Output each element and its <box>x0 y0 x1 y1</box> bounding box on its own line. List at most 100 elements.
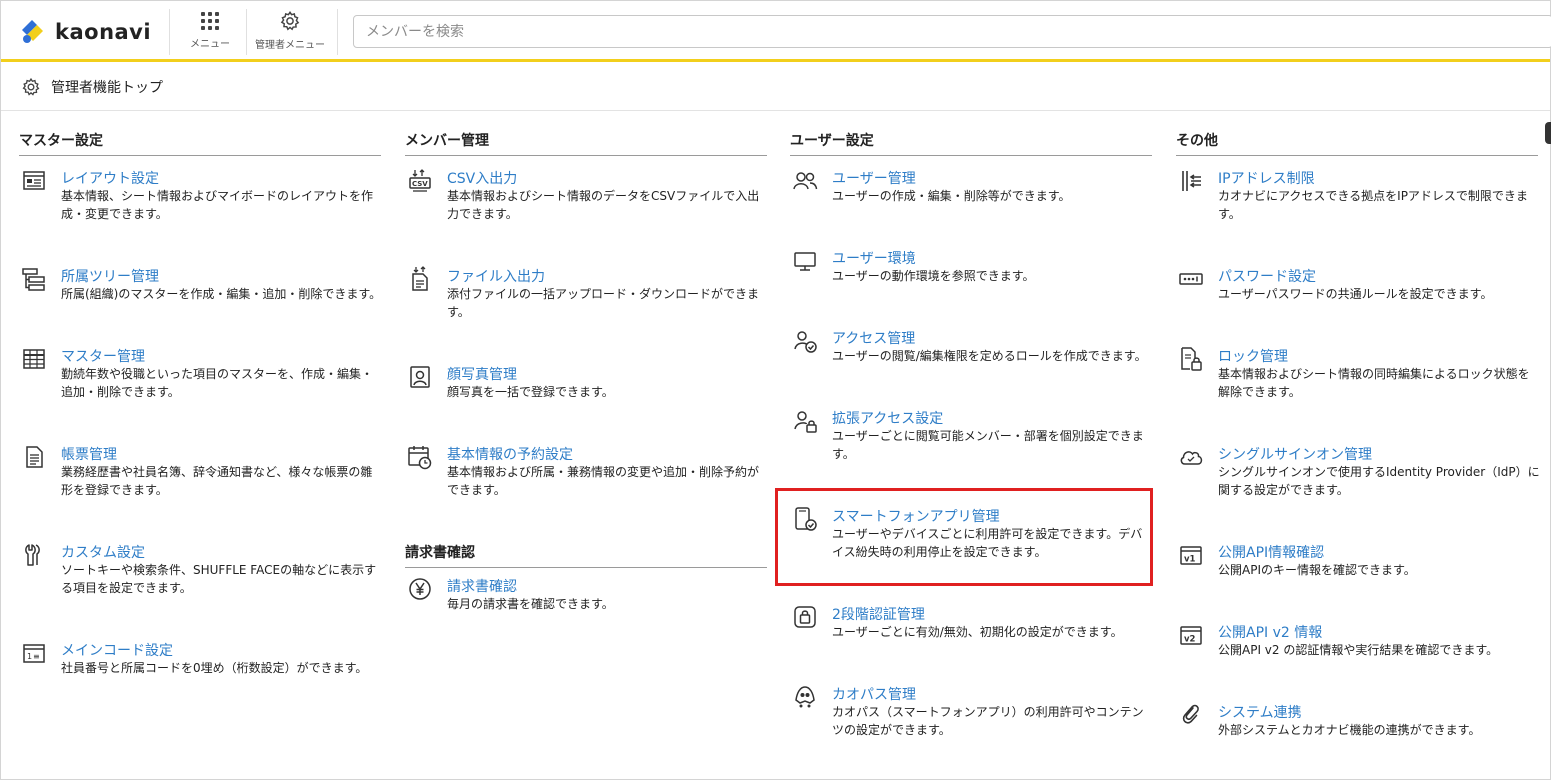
user-check-icon <box>792 328 818 354</box>
member-search-input[interactable] <box>353 15 1551 48</box>
item-description: ユーザーの動作環境を参照できます。 <box>832 269 1035 283</box>
item-description: 基本情報およびシート情報の同時編集によるロック状態を解除できます。 <box>1218 367 1530 399</box>
layout-settings-link[interactable]: レイアウト設定 <box>61 168 159 188</box>
sso-management-link[interactable]: シングルサインオン管理 <box>1218 444 1372 464</box>
section-title: メンバー管理 <box>405 130 767 156</box>
item-description: ユーザーごとに有効/無効、初期化の設定ができます。 <box>832 625 1123 639</box>
user-management-link[interactable]: ユーザー管理 <box>832 168 916 188</box>
item-description: カオパス（スマートフォンアプリ）の利用許可やコンテンツの設定ができます。 <box>832 705 1144 737</box>
cloud-icon <box>1178 444 1204 470</box>
file-io-link[interactable]: ファイル入出力 <box>447 266 545 286</box>
item-description: 勤続年数や役職といった項目のマスターを、作成・編集・追加・削除できます。 <box>61 367 374 399</box>
password-icon <box>1178 266 1204 292</box>
item-description: 毎月の請求書を確認できます。 <box>447 597 614 611</box>
two-factor-link[interactable]: 2段階認証管理 <box>832 604 925 624</box>
mascot-icon <box>792 684 818 710</box>
item-description: ユーザーの閲覧/編集権限を定めるロールを作成できます。 <box>832 349 1147 363</box>
item-description: 添付ファイルの一括アップロード・ダウンロードができます。 <box>447 287 760 319</box>
ip-restrict-icon <box>1178 168 1204 194</box>
invoice-confirm-link[interactable]: 請求書確認 <box>447 576 517 596</box>
wrench-icon <box>21 542 47 568</box>
file-transfer-icon <box>407 266 433 292</box>
admin-menu-label: 管理者メニュー <box>255 39 325 51</box>
menu-button[interactable]: メニュー <box>187 1 233 59</box>
reservation-settings-link[interactable]: 基本情報の予約設定 <box>447 444 573 464</box>
section-title: ユーザー設定 <box>790 130 1152 156</box>
layout-icon <box>21 168 47 194</box>
lock-management-link[interactable]: ロック管理 <box>1218 346 1288 366</box>
logo-mark-icon <box>22 20 43 43</box>
link-icon <box>1178 702 1204 728</box>
header-divider <box>246 9 247 55</box>
user-environment-link[interactable]: ユーザー環境 <box>832 248 916 268</box>
item-description: 基本情報、シート情報およびマイボードのレイアウトを作成・変更できます。 <box>61 189 374 221</box>
menu-label: メニュー <box>190 38 230 50</box>
svg-text:v1: v1 <box>1184 555 1196 565</box>
scroll-handle[interactable] <box>1545 122 1551 144</box>
ip-restriction-link[interactable]: IPアドレス制限 <box>1218 168 1315 188</box>
top-header: kaonavi メニュー 管理者メニュー <box>1 1 1551 62</box>
two-factor-icon <box>792 604 818 630</box>
svg-text:≡: ≡ <box>33 652 40 661</box>
item-description: ソートキーや検索条件、SHUFFLE FACEの軸などに表示する項目を設定できま… <box>61 563 377 595</box>
item-description: 基本情報およびシート情報のデータをCSVファイルで入出力できます。 <box>447 189 760 221</box>
section-title: その他 <box>1176 130 1538 156</box>
custom-settings-link[interactable]: カスタム設定 <box>61 542 145 562</box>
table-icon <box>21 346 47 372</box>
doc-lock-icon <box>1178 346 1204 372</box>
svg-text:CSV: CSV <box>412 180 428 188</box>
page-title-bar: 管理者機能トップ <box>1 64 1550 111</box>
item-description: カオナビにアクセスできる拠点をIPアドレスで制限できます。 <box>1218 189 1528 221</box>
item-description: 顔写真を一括で登録できます。 <box>447 385 614 399</box>
kaopass-management-link[interactable]: カオパス管理 <box>832 684 916 704</box>
csv-io-link[interactable]: CSV入出力 <box>447 168 517 188</box>
column-other: その他 IPアドレス制限 カオナビにアクセスできる拠点をIPアドレスで制限できま… <box>1176 130 1540 737</box>
logo-text: kaonavi <box>55 20 152 44</box>
section-title: 請求書確認 <box>405 542 767 568</box>
forms-management-link[interactable]: 帳票管理 <box>61 444 117 464</box>
item-description: 公開APIのキー情報を確認できます。 <box>1218 563 1416 577</box>
item-description: ユーザーごとに閲覧可能メンバー・部署を個別設定できます。 <box>832 429 1144 461</box>
item-description: 業務経歴書や社員名簿、辞令通知書など、様々な帳票の雛形を登録できます。 <box>61 465 373 497</box>
header-divider <box>337 9 338 55</box>
password-settings-link[interactable]: パスワード設定 <box>1218 266 1316 286</box>
portrait-icon <box>407 364 433 390</box>
item-description: ユーザーパスワードの共通ルールを設定できます。 <box>1218 287 1493 301</box>
tree-icon <box>21 266 47 292</box>
extended-access-link[interactable]: 拡張アクセス設定 <box>832 408 943 428</box>
gear-icon <box>22 77 40 96</box>
kaonavi-logo[interactable]: kaonavi <box>18 17 151 47</box>
users-icon <box>792 168 818 194</box>
csv-icon: CSV <box>407 168 433 194</box>
item-description: 公開API v2 の認証情報や実行結果を確認できます。 <box>1218 643 1499 657</box>
code-icon: 1 ≡ <box>21 640 47 666</box>
public-api-info-link[interactable]: 公開API情報確認 <box>1218 542 1324 562</box>
access-management-link[interactable]: アクセス管理 <box>832 328 915 348</box>
item-description: 基本情報および所属・兼務情報の変更や追加・削除予約ができます。 <box>447 465 760 497</box>
svg-text:v2: v2 <box>1184 635 1196 645</box>
monitor-icon <box>792 248 818 274</box>
org-tree-link[interactable]: 所属ツリー管理 <box>61 266 159 286</box>
system-integration-link[interactable]: システム連携 <box>1218 702 1302 722</box>
item-description: 所属(組織)のマスターを作成・編集・追加・削除できます。 <box>61 287 382 301</box>
master-management-link[interactable]: マスター管理 <box>61 346 145 366</box>
user-lock-icon <box>792 408 818 434</box>
column-member-management: メンバー管理 CSV CSV入出力 基本情報およびシート情報のデータをCSVファ… <box>405 130 767 611</box>
page-title: 管理者機能トップ <box>51 80 163 96</box>
section-title: マスター設定 <box>19 130 381 156</box>
calendar-clock-icon <box>407 444 433 470</box>
photo-management-link[interactable]: 顔写真管理 <box>447 364 517 384</box>
item-description: 社員番号と所属コードを0埋め（桁数設定）ができます。 <box>61 661 368 675</box>
public-api-v2-link[interactable]: 公開API v2 情報 <box>1218 622 1322 642</box>
yen-icon <box>407 576 433 602</box>
api-v2-icon: v2 <box>1178 622 1204 648</box>
api-v1-icon: v1 <box>1178 542 1204 568</box>
item-description: シングルサインオンで使用するIdentity Provider（IdP）に関する… <box>1218 465 1540 497</box>
highlight-box <box>775 488 1153 586</box>
header-divider <box>169 9 170 55</box>
item-description: 外部システムとカオナビ機能の連携ができます。 <box>1218 723 1481 737</box>
admin-menu-button[interactable]: 管理者メニュー <box>251 1 329 59</box>
grid-icon <box>201 11 219 30</box>
main-code-link[interactable]: メインコード設定 <box>61 640 173 660</box>
gear-icon <box>280 10 300 30</box>
